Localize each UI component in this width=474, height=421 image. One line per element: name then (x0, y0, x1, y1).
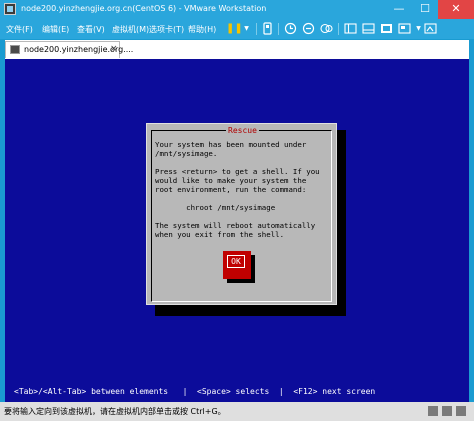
menu-tabs[interactable]: 选项卡(T) (149, 24, 184, 35)
chevron-down-icon[interactable]: ▼ (240, 22, 253, 35)
vm-icon (10, 45, 20, 54)
rescue-dialog: Rescue Your system has been mounted unde… (146, 123, 337, 305)
tab-close-icon[interactable]: × (110, 44, 118, 54)
snapshot-icon[interactable] (284, 22, 297, 35)
toolbar-divider (256, 23, 257, 35)
menu-edit[interactable]: 编辑(E) (42, 24, 69, 35)
toolbar-divider (278, 23, 279, 35)
menu-help[interactable]: 帮助(H) (188, 24, 216, 35)
window-titlebar: node200.yinzhengjie.org.cn(CentOS 6) - V… (0, 0, 474, 19)
tab-node200[interactable]: node200.yinzhengjie.org.... × (5, 41, 133, 58)
menu-view[interactable]: 查看(V) (77, 24, 105, 35)
menu-vm[interactable]: 虚拟机(M) (112, 24, 149, 35)
toolbar-divider (338, 23, 339, 35)
preferences-icon[interactable] (424, 22, 437, 35)
unity-icon[interactable] (398, 22, 411, 35)
snapshot-manager-icon[interactable] (320, 22, 333, 35)
window-title: node200.yinzhengjie.org.cn(CentOS 6) - V… (21, 4, 267, 13)
vm-tab-strip: node200.yinzhengjie.org.... × (5, 40, 469, 59)
send-ctrl-alt-del-icon[interactable] (261, 22, 274, 35)
ok-button[interactable]: OK (223, 251, 251, 279)
minimize-button[interactable]: — (386, 0, 412, 19)
sound-icon[interactable] (456, 406, 466, 416)
device-icon[interactable] (428, 406, 438, 416)
menu-file[interactable]: 文件(F) (6, 24, 33, 35)
status-message: 要将输入定向到该虚拟机，请在虚拟机内部单击或按 Ctrl+G。 (4, 407, 226, 416)
show-library-icon[interactable] (344, 22, 357, 35)
status-bar: 要将输入定向到该虚拟机，请在虚拟机内部单击或按 Ctrl+G。 (0, 402, 474, 421)
dialog-message: Your system has been mounted under /mnt/… (155, 140, 320, 239)
console-help-line: <Tab>/<Alt-Tab> between elements | <Spac… (14, 387, 376, 396)
thumbnail-bar-icon[interactable] (362, 22, 375, 35)
network-icon[interactable] (442, 406, 452, 416)
ok-button-label: OK (227, 255, 245, 268)
vmware-app-icon[interactable] (4, 3, 16, 15)
dialog-title: Rescue (226, 125, 259, 136)
vm-console[interactable]: Rescue Your system has been mounted unde… (5, 59, 469, 402)
maximize-button[interactable]: ☐ (412, 0, 438, 19)
revert-snapshot-icon[interactable] (302, 22, 315, 35)
full-screen-icon[interactable] (380, 22, 393, 35)
close-button[interactable]: ✕ (438, 0, 474, 19)
pause-icon[interactable]: ❚❚ (226, 22, 243, 35)
